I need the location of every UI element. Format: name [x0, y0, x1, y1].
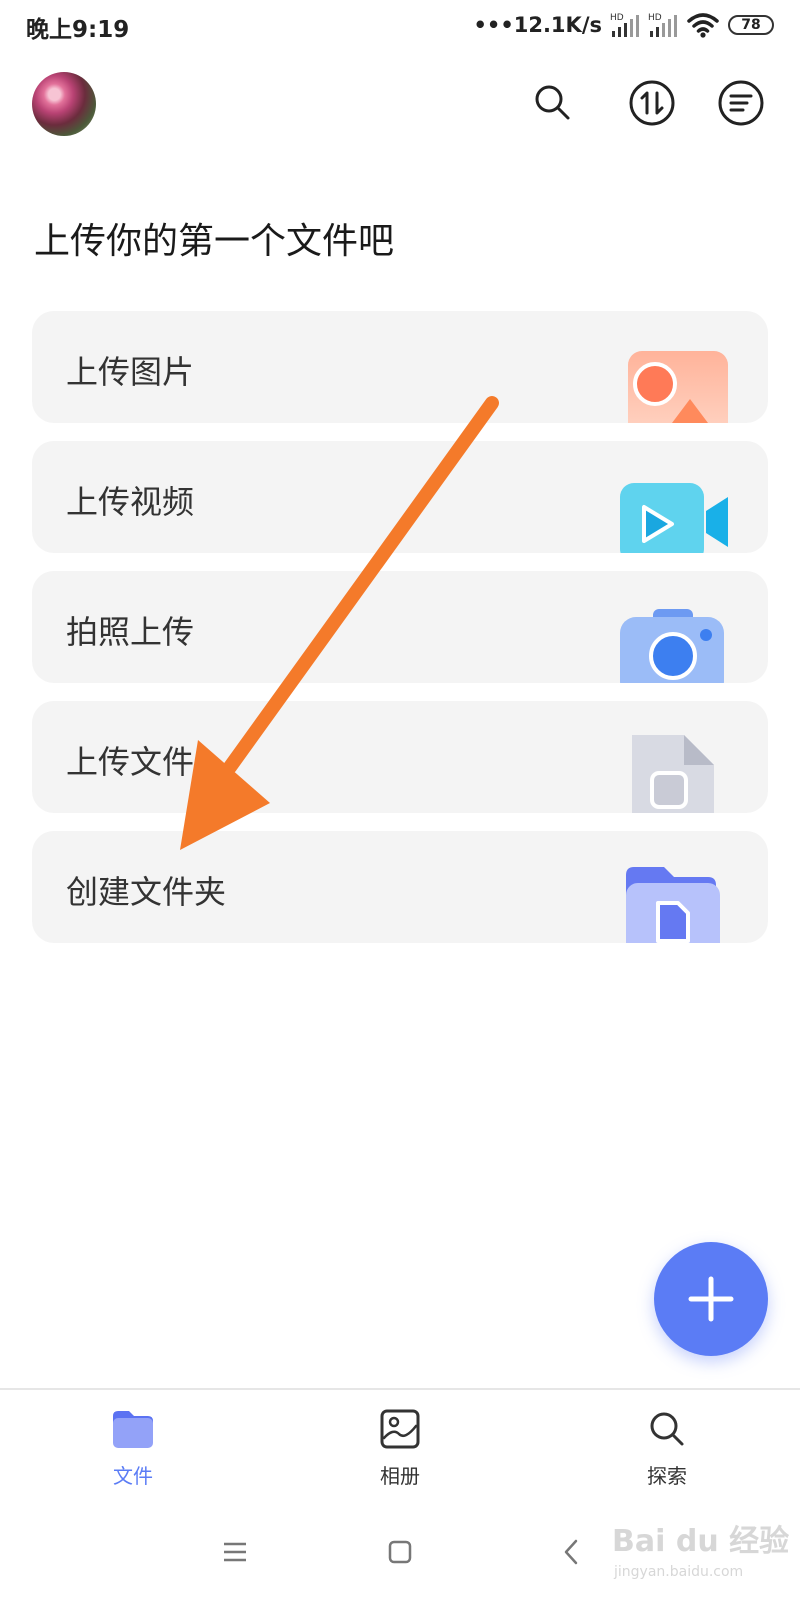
svg-text:HD: HD: [648, 13, 662, 23]
sort-icon: [629, 80, 675, 126]
tab-label: 相册: [380, 1464, 420, 1488]
camera-icon: [618, 601, 728, 683]
watermark: Bai du 经验 jingyan.baidu.com: [612, 1512, 789, 1592]
back-button[interactable]: [552, 1532, 592, 1572]
add-button[interactable]: [654, 1242, 768, 1356]
create-folder-card[interactable]: 创建文件夹: [32, 831, 768, 943]
avatar[interactable]: [32, 72, 96, 136]
page-heading: 上传你的第一个文件吧: [34, 221, 395, 262]
transfer-button[interactable]: [627, 78, 677, 128]
menu-icon: [224, 1542, 246, 1562]
tab-label: 探索: [647, 1464, 687, 1488]
signal-icon: HD: [648, 13, 677, 37]
album-icon: [380, 1409, 420, 1449]
status-bar: 晚上9:19 •••12.1K/s HD HD 78: [0, 0, 800, 50]
menu-icon: [718, 80, 764, 126]
folder-icon: [113, 1411, 153, 1448]
search-icon: [535, 85, 570, 120]
card-label: 上传文件: [66, 743, 195, 781]
signal-icon: HD: [610, 13, 639, 37]
card-label: 拍照上传: [66, 613, 195, 651]
watermark-url: jingyan.baidu.com: [614, 1564, 744, 1580]
battery-indicator: 78: [728, 15, 774, 35]
upload-file-card[interactable]: 上传文件: [32, 701, 768, 813]
search-button[interactable]: [528, 78, 578, 128]
status-time: 晚上9:19: [26, 17, 130, 43]
file-icon: [618, 731, 728, 813]
plus-icon: [688, 1276, 734, 1322]
tab-explore[interactable]: 探索: [597, 1406, 737, 1496]
svg-text:HD: HD: [610, 13, 624, 23]
tab-album[interactable]: 相册: [330, 1406, 470, 1496]
home-button[interactable]: [380, 1532, 420, 1572]
video-icon: [618, 471, 728, 553]
network-speed: •••12.1K/s: [473, 13, 602, 37]
status-icons: •••12.1K/s HD HD 78: [473, 8, 774, 42]
card-label: 创建文件夹: [66, 873, 227, 911]
bottom-nav: 文件 相册 探索: [0, 1388, 800, 1506]
folder-icon: [618, 861, 728, 943]
watermark-brand: Bai du 经验: [612, 1524, 790, 1559]
back-icon: [564, 1539, 578, 1565]
card-label: 上传图片: [66, 353, 195, 391]
home-icon: [388, 1540, 412, 1564]
menu-button[interactable]: [716, 78, 766, 128]
upload-image-card[interactable]: 上传图片: [32, 311, 768, 423]
image-icon: [618, 341, 728, 423]
search-icon: [650, 1412, 684, 1446]
tab-label: 文件: [113, 1464, 153, 1488]
wifi-icon: [687, 13, 719, 38]
upload-video-card[interactable]: 上传视频: [32, 441, 768, 553]
take-photo-card[interactable]: 拍照上传: [32, 571, 768, 683]
card-label: 上传视频: [66, 483, 195, 521]
recent-apps-button[interactable]: [215, 1532, 255, 1572]
tab-files[interactable]: 文件: [63, 1406, 203, 1496]
